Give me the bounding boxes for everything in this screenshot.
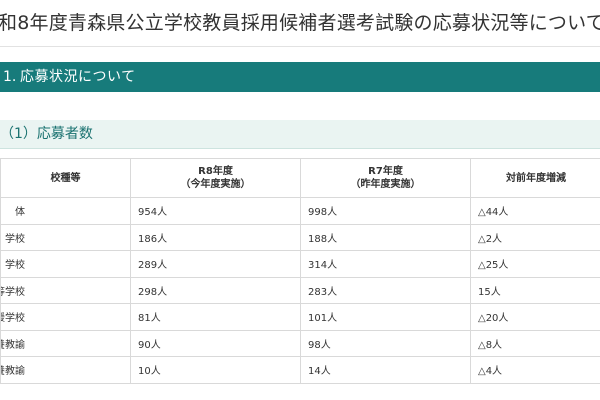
applicants-table-wrapper: 校種等 R8年度 （今年度実施） R7年度 （昨年度実施） 対前年度増減 体 9… [0, 158, 600, 384]
cell-school-type: 等学校 [0, 276, 131, 304]
cell-r7: 998人 [300, 197, 471, 225]
table-row: 養教諭 10人 14人 △4人 [0, 356, 600, 384]
subsection-heading-bar: （1）応募者数 [0, 120, 600, 149]
cell-r8: 289人 [130, 250, 301, 278]
cell-diff: △2人 [470, 223, 600, 251]
cell-school-type: 学校 [0, 223, 131, 251]
cell-school-type: 体 [0, 197, 131, 225]
cell-r8: 186人 [130, 223, 301, 251]
cell-diff: △25人 [470, 250, 600, 278]
cell-diff: △44人 [470, 197, 600, 225]
cell-r7: 101人 [300, 303, 471, 331]
table-row: 等学校 298人 283人 15人 [0, 276, 600, 304]
cell-r7: 283人 [300, 276, 471, 304]
cell-diff: △4人 [470, 356, 600, 384]
section-heading: 応募状況について [20, 69, 136, 85]
cell-diff: △8人 [470, 329, 600, 357]
table-row: 体 954人 998人 △44人 [0, 197, 600, 225]
section-number: 1. [3, 69, 17, 85]
table-row: 学校 186人 188人 △2人 [0, 223, 600, 251]
cell-r7: 188人 [300, 223, 471, 251]
header-r7-note: （昨年度実施） [350, 179, 421, 190]
header-r7: R7年度 （昨年度実施） [300, 158, 471, 198]
cell-diff: 15人 [470, 276, 600, 304]
cell-r8: 954人 [130, 197, 301, 225]
header-school-type: 校種等 [0, 158, 131, 198]
title-divider [0, 46, 600, 47]
cell-r8: 298人 [130, 276, 301, 304]
table-row: 養教諭 90人 98人 △8人 [0, 329, 600, 357]
table-row: 学校 289人 314人 △25人 [0, 250, 600, 278]
cell-r8: 90人 [130, 329, 301, 357]
header-r8-year: R8年度 [198, 166, 233, 177]
cell-r7: 14人 [300, 356, 471, 384]
cell-school-type: 養教諭 [0, 356, 131, 384]
cell-school-type: 別支援学校 [0, 303, 131, 331]
cell-r8: 81人 [130, 303, 301, 331]
header-r8-note: （今年度実施） [180, 179, 251, 190]
cell-diff: △20人 [470, 303, 600, 331]
cell-school-type: 養教諭 [0, 329, 131, 357]
table-header-row: 校種等 R8年度 （今年度実施） R7年度 （昨年度実施） 対前年度増減 [0, 158, 600, 198]
header-r7-year: R7年度 [368, 166, 403, 177]
applicants-table: 校種等 R8年度 （今年度実施） R7年度 （昨年度実施） 対前年度増減 体 9… [0, 158, 600, 384]
cell-school-type: 学校 [0, 250, 131, 278]
header-diff: 対前年度増減 [470, 158, 600, 198]
table-row: 別支援学校 81人 101人 △20人 [0, 303, 600, 331]
cell-r7: 98人 [300, 329, 471, 357]
subsection-heading: （1）応募者数 [0, 126, 93, 142]
cell-r8: 10人 [130, 356, 301, 384]
page-title: 和8年度青森県公立学校教員採用候補者選考試験の応募状況等について [0, 12, 600, 34]
header-r8: R8年度 （今年度実施） [130, 158, 301, 198]
section-heading-bar: 1. 応募状況について [0, 62, 600, 92]
cell-r7: 314人 [300, 250, 471, 278]
